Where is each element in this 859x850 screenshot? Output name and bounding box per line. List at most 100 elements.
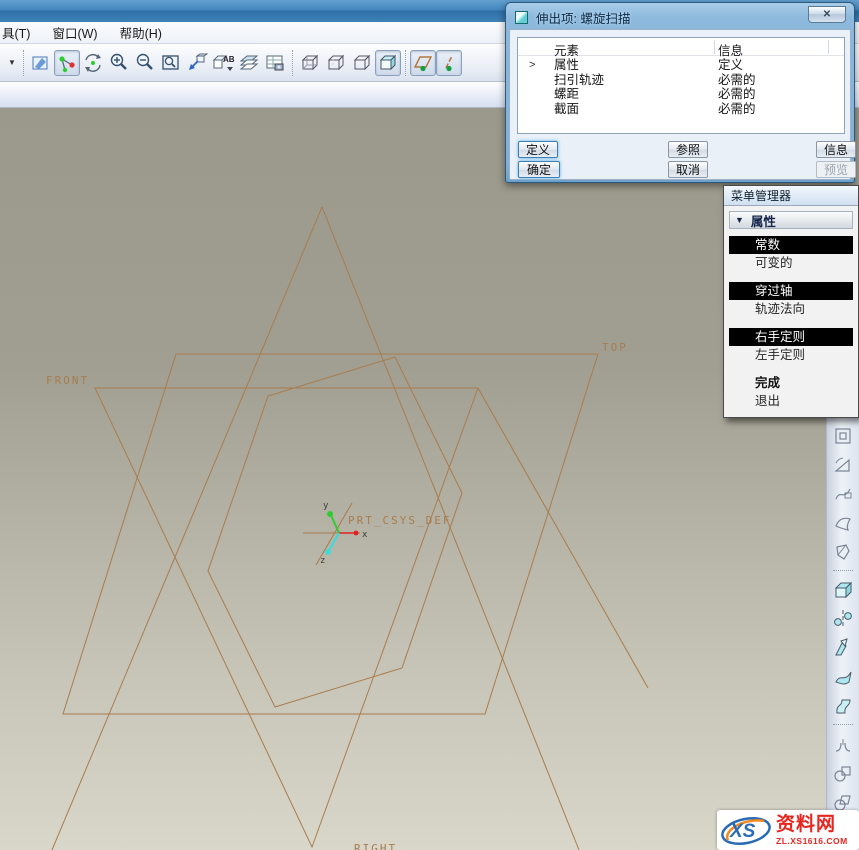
revolve-button[interactable]	[830, 452, 856, 477]
sweep-tool-button[interactable]	[830, 635, 856, 660]
revolve-tool-icon	[832, 608, 854, 630]
datum-plane-icon	[411, 52, 435, 74]
toolbar-separator	[833, 570, 853, 571]
menu-help[interactable]: 帮助(H)	[109, 23, 173, 42]
menu-item-right-handed[interactable]: 右手定则	[729, 328, 853, 346]
sweep-tool-icon	[832, 637, 854, 659]
shaded-cube-icon	[377, 52, 399, 74]
element-row[interactable]: > 属性定义	[518, 58, 844, 73]
top-plane-label: TOP	[602, 341, 628, 354]
watermark-domain: ZL.XS1616.COM	[776, 836, 848, 846]
reorient-view-icon	[186, 52, 208, 74]
sweep-button[interactable]	[830, 481, 856, 506]
orient-mode-button[interactable]	[80, 50, 106, 76]
menu-manager-titlebar[interactable]: 菜单管理器	[724, 186, 858, 206]
swept-blend-button[interactable]	[830, 539, 856, 564]
view-manager-button[interactable]	[262, 50, 288, 76]
zoom-in-icon	[108, 52, 130, 74]
front-plane-label: FRONT	[46, 374, 89, 387]
spin-center-toggle[interactable]	[54, 50, 80, 76]
dialog-title: 伸出项: 螺旋扫描	[536, 8, 630, 27]
sweep-icon	[832, 483, 854, 505]
no-hidden-display-button[interactable]	[349, 50, 375, 76]
csys-label: PRT_CSYS_DEF	[348, 514, 451, 527]
svg-text:AB: AB	[223, 55, 235, 64]
sketch-line	[52, 207, 322, 850]
watermark-site-name: 资料网	[776, 814, 836, 836]
boundary-blend-button[interactable]	[830, 664, 856, 689]
chevron-down-icon[interactable]: ▼	[8, 58, 16, 67]
sketch-line	[322, 207, 579, 850]
references-button[interactable]: 参照	[668, 141, 708, 158]
repaint-button[interactable]	[28, 50, 54, 76]
menu-item-norm-to-traj[interactable]: 轨迹法向	[729, 300, 853, 318]
element-row[interactable]: 螺距必需的	[518, 87, 844, 102]
extrude-button[interactable]	[830, 423, 856, 448]
menu-separator	[727, 318, 855, 328]
menu-manager: 菜单管理器 ▼ 属性 常数 可变的 穿过轴 轨迹法向 右手定则 左手定则 完成 …	[723, 185, 859, 418]
dialog-close-button[interactable]: ✕	[808, 6, 846, 23]
menu-window[interactable]: 窗口(W)	[41, 23, 108, 42]
table-header: 元素 信息	[518, 38, 844, 56]
define-button[interactable]: 定义	[518, 141, 558, 158]
hidden-line-display-button[interactable]	[323, 50, 349, 76]
revolve-icon	[832, 454, 854, 476]
menu-item-left-handed[interactable]: 左手定则	[729, 346, 853, 364]
ok-button[interactable]: 确定	[518, 161, 560, 178]
saved-views-button[interactable]: AB	[210, 50, 236, 76]
datum-axis-icon	[437, 52, 461, 74]
reorient-view-button[interactable]	[184, 50, 210, 76]
axis-y-label: y	[323, 501, 329, 511]
zoom-in-button[interactable]	[106, 50, 132, 76]
datum-axes-toggle[interactable]	[436, 50, 462, 76]
menu-item-thru-axis[interactable]: 穿过轴	[729, 282, 853, 300]
sketch-line	[478, 388, 648, 688]
watermark-logo: XS	[720, 812, 774, 848]
triangle-down-icon: ▼	[735, 215, 744, 225]
blend-button[interactable]	[830, 510, 856, 535]
swept-blend-icon	[832, 541, 854, 563]
datum-planes-toggle[interactable]	[410, 50, 436, 76]
chamfer-tool-button[interactable]	[830, 760, 856, 785]
wireframe-display-button[interactable]	[297, 50, 323, 76]
spin-center-icon	[56, 52, 78, 74]
no-hidden-cube-icon	[351, 52, 373, 74]
saved-views-icon: AB	[211, 52, 235, 74]
layers-button[interactable]	[236, 50, 262, 76]
dialog-titlebar[interactable]: 伸出项: 螺旋扫描	[509, 6, 851, 28]
refit-button[interactable]	[158, 50, 184, 76]
extrude-tool-button[interactable]	[830, 577, 856, 602]
cancel-button[interactable]: 取消	[668, 161, 708, 178]
layers-icon	[238, 52, 260, 74]
watermark: XS 资料网 ZL.XS1616.COM	[717, 810, 859, 850]
round-tool-button[interactable]	[830, 731, 856, 756]
zoom-out-button[interactable]	[132, 50, 158, 76]
menu-item-variable[interactable]: 可变的	[729, 254, 853, 272]
element-table[interactable]: 元素 信息 > 属性定义 扫引轨迹必需的 螺距必需的	[517, 37, 845, 134]
top-plane-outline	[63, 354, 598, 714]
info-button[interactable]: 信息	[816, 141, 856, 158]
hidden-line-cube-icon	[325, 52, 347, 74]
revolve-tool-button[interactable]	[830, 606, 856, 631]
proe-window: 具(T) 窗口(W) 帮助(H) ▼	[0, 0, 859, 850]
element-row[interactable]: 扫引轨迹必需的	[518, 73, 844, 88]
right-plane-label: RIGHT	[354, 842, 397, 850]
extrude-tool-icon	[832, 579, 854, 601]
toolbar-separator	[23, 50, 24, 76]
current-row-marker: >	[529, 58, 535, 72]
svg-text:XS: XS	[729, 821, 756, 842]
menu-item-quit[interactable]: 退出	[729, 392, 853, 410]
menu-item-constant[interactable]: 常数	[729, 236, 853, 254]
menu-tools[interactable]: 具(T)	[0, 23, 41, 42]
axis-x-label: x	[362, 530, 368, 540]
shaded-display-button[interactable]	[375, 50, 401, 76]
helical-sweep-dialog: 伸出项: 螺旋扫描 ✕ 元素 信息 > 属性定义 扫引轨迹必需的	[505, 2, 855, 183]
element-row[interactable]: 截面必需的	[518, 102, 844, 117]
preview-button: 预览	[816, 161, 856, 178]
style-tool-button[interactable]	[830, 693, 856, 718]
dialog-icon	[515, 11, 528, 24]
attributes-section-header[interactable]: ▼ 属性	[729, 211, 853, 229]
view-manager-icon	[264, 52, 286, 74]
menu-item-done[interactable]: 完成	[729, 374, 853, 392]
blend-icon	[832, 512, 854, 534]
